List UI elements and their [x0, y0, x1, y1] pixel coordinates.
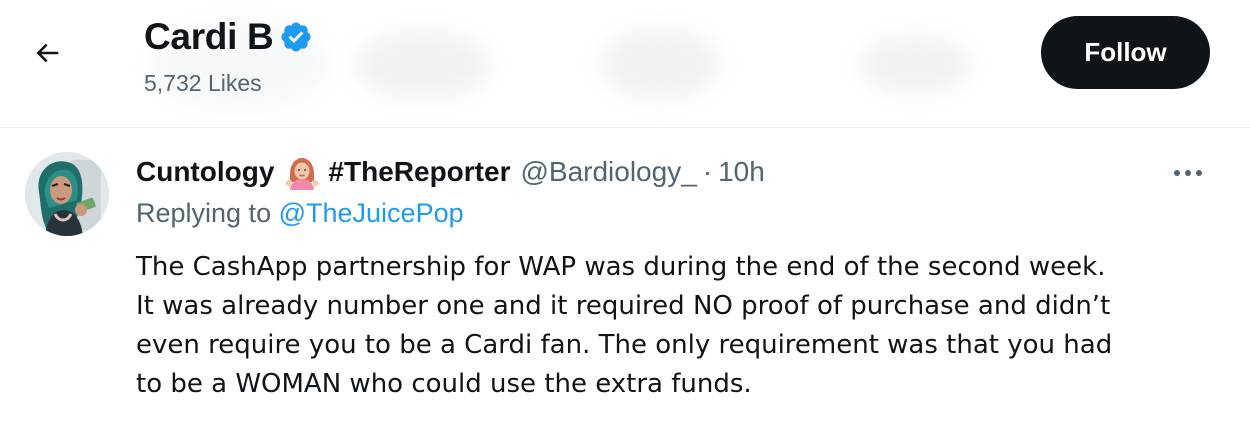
author-handle[interactable]: @Bardiology_ — [520, 156, 696, 188]
back-button[interactable] — [22, 28, 72, 78]
header-blur — [860, 35, 970, 95]
tweet-text-line: even require you to be a Cardi fan. The … — [136, 330, 1113, 360]
woman-shrugging-emoji-icon — [285, 158, 320, 190]
avatar[interactable] — [25, 152, 109, 236]
replying-prefix: Replying to — [136, 198, 272, 228]
header-blur — [600, 28, 720, 100]
replying-to: Replying to @TheJuicePop — [136, 198, 464, 229]
likes-count: 5,732 Likes — [144, 70, 262, 96]
profile-header: Cardi B 5,732 Likes Follow — [0, 0, 1250, 128]
tweet-text-line: The CashApp partnership for WAP was duri… — [136, 252, 1106, 282]
reply-to-mention[interactable]: @TheJuicePop — [279, 198, 464, 228]
follow-button[interactable]: Follow — [1041, 16, 1210, 89]
author-tag[interactable]: #TheReporter — [328, 156, 510, 188]
title-row: Cardi B — [144, 12, 313, 62]
arrow-left-icon — [36, 43, 59, 63]
author-name[interactable]: Cuntology — [136, 156, 274, 188]
avatar-image — [25, 152, 109, 236]
header-blur — [355, 30, 490, 100]
tweet-text: The CashApp partnership for WAP was duri… — [136, 248, 1216, 404]
tweet-text-line: It was already number one and it require… — [136, 291, 1111, 321]
more-button[interactable] — [1168, 158, 1208, 188]
tweet-text-line: to be a WOMAN who could use the extra fu… — [136, 369, 752, 399]
verified-badge-icon — [281, 22, 312, 52]
more-horizontal-icon — [1174, 170, 1202, 176]
page: Cardi B 5,732 Likes Follow Cuntology #Th… — [0, 0, 1250, 440]
profile-name: Cardi B — [144, 16, 274, 57]
tweet-time[interactable]: 10h — [718, 156, 765, 188]
separator-dot: · — [702, 156, 713, 187]
tweet-header: Cuntology #TheReporter @Bardiology_ · 10… — [136, 152, 765, 192]
